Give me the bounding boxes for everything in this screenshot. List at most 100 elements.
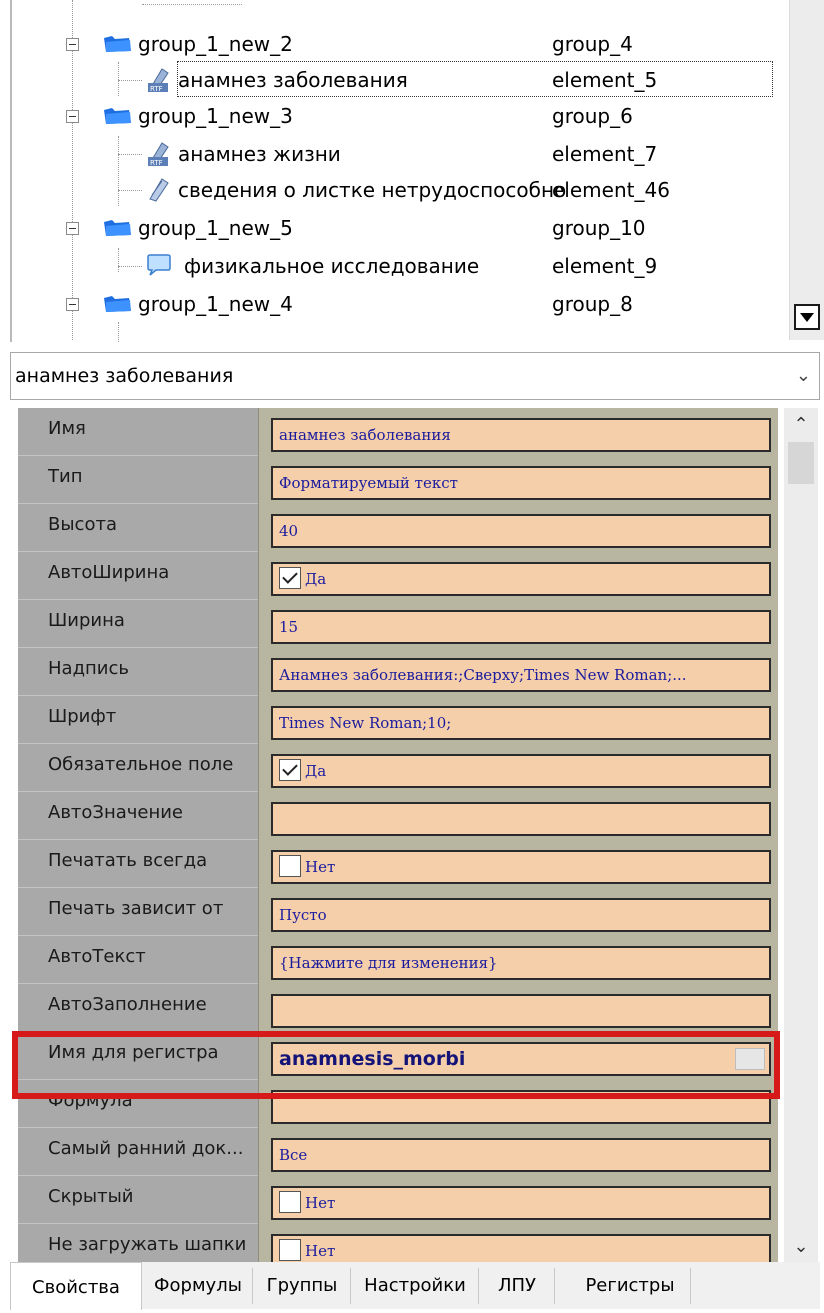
property-value[interactable]: Times New Roman;10; xyxy=(271,706,771,740)
property-row[interactable]: Печатать всегда Нет xyxy=(18,840,778,888)
property-name: Самый ранний док... xyxy=(18,1128,258,1176)
tree-row-element-selected[interactable]: RTF анамнез заболевания element_5 xyxy=(12,61,782,98)
folder-icon xyxy=(104,36,131,52)
property-name: Высота xyxy=(18,504,258,552)
tree-node-id: group_8 xyxy=(552,292,633,316)
property-row[interactable]: Скрытый Нет xyxy=(18,1176,778,1224)
collapse-toggle-icon[interactable] xyxy=(66,298,79,311)
property-row[interactable]: Не загружать шапки Нет xyxy=(18,1224,778,1262)
tree-row-group[interactable]: group_1_new_4 group_8 xyxy=(12,286,782,322)
tree-line xyxy=(118,80,142,81)
tree-node-label: анамнез заболевания xyxy=(178,68,408,92)
tab-settings[interactable]: Настройки xyxy=(352,1268,479,1304)
property-row[interactable]: Обязательное поле Да xyxy=(18,744,778,792)
tab-lpu[interactable]: ЛПУ xyxy=(480,1268,555,1304)
property-row[interactable]: АвтоТекст {Нажмите для изменения} xyxy=(18,936,778,984)
property-row[interactable]: Имя анамнез заболевания xyxy=(18,408,778,456)
property-row[interactable]: + Надпись Анамнез заболевания:;Сверху;Ti… xyxy=(18,648,778,696)
property-value[interactable] xyxy=(271,994,771,1028)
tree-row-group[interactable]: group_1_new_3 group_6 xyxy=(12,98,782,134)
tree-node-id: group_4 xyxy=(552,32,633,56)
property-grid: Имя анамнез заболевания Тип Форматируемы… xyxy=(18,408,778,1262)
checkbox-checked-icon[interactable] xyxy=(279,759,301,781)
property-row[interactable]: Ширина 15 xyxy=(18,600,778,648)
chevron-down-icon[interactable]: ⌄ xyxy=(784,1236,818,1258)
tree-line xyxy=(118,154,142,155)
chevron-down-icon[interactable]: ⌄ xyxy=(796,353,811,399)
tree-node-label: group_1_new_4 xyxy=(138,292,293,316)
property-grid-scrollbar[interactable]: ⌃ ⌄ xyxy=(784,408,818,1262)
property-row[interactable]: Самый ранний док... Все xyxy=(18,1128,778,1176)
property-name: АвтоШирина xyxy=(18,552,258,600)
property-row[interactable]: Высота 40 xyxy=(18,504,778,552)
folder-icon xyxy=(104,220,131,236)
property-value-checkbox[interactable]: Нет xyxy=(271,850,771,884)
property-row[interactable]: + Шрифт Times New Roman;10; xyxy=(18,696,778,744)
property-name: Не загружать шапки xyxy=(18,1224,258,1262)
tree-row-element[interactable]: сведения о листке нетрудоспособно elemen… xyxy=(12,172,782,208)
tree-row-element[interactable]: RTF анамнез жизни element_7 xyxy=(12,136,782,172)
tree-line xyxy=(118,322,119,342)
property-value[interactable]: Пусто xyxy=(271,898,771,932)
object-selector[interactable]: анамнез заболевания ⌄ xyxy=(10,352,820,400)
tab-registers[interactable]: Регистры xyxy=(570,1268,691,1304)
property-row[interactable]: Печать зависит от Пусто xyxy=(18,888,778,936)
checkbox-unchecked-icon[interactable] xyxy=(279,1239,301,1261)
property-value[interactable]: 40 xyxy=(271,514,771,548)
checkbox-label: Нет xyxy=(305,858,336,876)
property-name: Имя xyxy=(18,408,258,456)
tree-node-label: физикальное исследование xyxy=(184,254,480,278)
collapse-toggle-icon[interactable] xyxy=(66,38,79,51)
collapse-toggle-icon[interactable] xyxy=(66,222,79,235)
tree-node-id: element_5 xyxy=(552,68,658,92)
bottom-tabs: Свойства Формулы Группы Настройки ЛПУ Ре… xyxy=(10,1262,820,1310)
property-value-checkbox[interactable]: Да xyxy=(271,562,771,596)
property-value[interactable]: {Нажмите для изменения} xyxy=(271,946,771,980)
property-row[interactable]: АвтоЗаполнение xyxy=(18,984,778,1032)
element-tree[interactable]: group_1_new_2 group_4 RTF анамнез заболе… xyxy=(10,0,824,342)
property-name: Тип xyxy=(18,456,258,504)
property-row[interactable]: Тип Форматируемый текст xyxy=(18,456,778,504)
collapse-toggle-icon[interactable] xyxy=(66,110,79,123)
checkbox-label: Да xyxy=(305,762,327,780)
checkbox-unchecked-icon[interactable] xyxy=(279,855,301,877)
tree-row-group[interactable]: group_1_new_5 group_10 xyxy=(12,210,782,246)
chevron-up-icon[interactable]: ⌃ xyxy=(784,414,818,436)
folder-icon xyxy=(104,108,131,124)
tab-groups[interactable]: Группы xyxy=(254,1268,351,1304)
property-value[interactable]: Анамнез заболевания:;Сверху;Times New Ro… xyxy=(271,658,771,692)
property-value-checkbox[interactable]: Нет xyxy=(271,1186,771,1220)
folder-icon xyxy=(104,296,131,312)
property-value[interactable]: 15 xyxy=(271,610,771,644)
property-name: Надпись xyxy=(18,648,258,696)
svg-text:RTF: RTF xyxy=(150,85,163,93)
scroll-down-icon[interactable] xyxy=(794,304,820,330)
checkbox-checked-icon[interactable] xyxy=(279,567,301,589)
rtf-document-icon: RTF xyxy=(148,142,169,167)
property-name: Шрифт xyxy=(18,696,258,744)
tree-scrollbar[interactable] xyxy=(789,0,824,340)
tree-node-label: анамнез жизни xyxy=(178,142,341,166)
tree-row-element[interactable]: физикальное исследование element_9 xyxy=(12,248,782,284)
property-value-checkbox[interactable]: Да xyxy=(271,754,771,788)
scrollbar-thumb[interactable] xyxy=(788,442,814,484)
property-value[interactable]: анамнез заболевания xyxy=(271,418,771,452)
checkbox-label: Нет xyxy=(305,1194,336,1212)
property-value-checkbox[interactable]: Нет xyxy=(271,1234,771,1262)
object-selector-value: анамнез заболевания xyxy=(15,365,234,387)
property-name: Скрытый xyxy=(18,1176,258,1224)
tree-row-group[interactable]: group_1_new_2 group_4 xyxy=(12,26,782,62)
tab-formulas[interactable]: Формулы xyxy=(144,1268,253,1304)
property-row[interactable]: АвтоЗначение xyxy=(18,792,778,840)
tree-node-id: group_10 xyxy=(552,216,646,240)
property-value[interactable]: Все xyxy=(271,1138,771,1172)
rtf-document-icon: RTF xyxy=(148,68,169,93)
property-value[interactable]: Форматируемый текст xyxy=(271,466,771,500)
tab-properties[interactable]: Свойства xyxy=(10,1262,142,1310)
property-row[interactable]: АвтоШирина Да xyxy=(18,552,778,600)
tree-line xyxy=(118,190,142,191)
checkbox-unchecked-icon[interactable] xyxy=(279,1191,301,1213)
tree-line xyxy=(118,266,142,267)
tree-node-label: group_1_new_5 xyxy=(138,216,293,240)
property-value[interactable] xyxy=(271,802,771,836)
